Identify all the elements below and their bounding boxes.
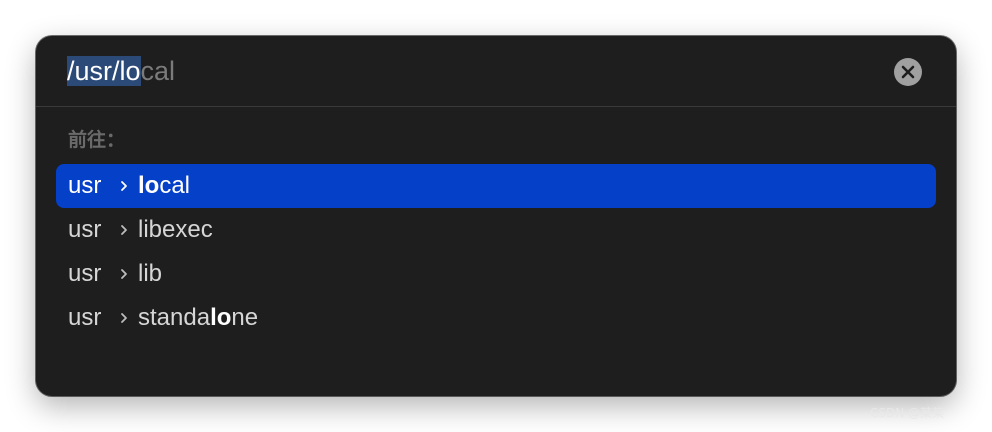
list-item[interactable]: usr standalone — [56, 296, 936, 340]
chevron-right-icon — [121, 313, 127, 323]
chevron-right-icon — [121, 181, 127, 191]
clear-button[interactable] — [894, 58, 922, 86]
watermark: CSDN @某某 — [869, 406, 944, 420]
results-list: usr local usr libexec usr lib usr standa… — [56, 164, 936, 340]
chevron-right-icon — [121, 269, 127, 279]
path-input-bar: /usr/local — [36, 36, 956, 107]
parent-folder-label: usr — [68, 304, 102, 331]
parent-folder-label: usr — [68, 260, 102, 287]
folder-name: local — [138, 172, 191, 199]
parent-folder-label: usr — [68, 216, 102, 243]
chevron-right-icon — [121, 225, 127, 235]
folder-name: lib — [138, 260, 163, 287]
close-icon — [901, 65, 915, 79]
folder-name: standalone — [138, 304, 259, 331]
list-item[interactable]: usr lib — [56, 252, 936, 296]
go-to-folder-dialog: /usr/local 前往： usr local usr libexec usr… — [36, 36, 956, 396]
path-typed-text: /usr/lo — [67, 56, 141, 86]
list-item[interactable]: usr libexec — [56, 208, 936, 252]
parent-folder-label: usr — [68, 172, 102, 199]
path-autocomplete-text: cal — [140, 56, 176, 86]
folder-name: libexec — [138, 216, 213, 243]
section-label-go-to: 前往： — [68, 129, 126, 151]
list-item[interactable]: usr local — [56, 164, 936, 208]
path-input[interactable]: /usr/local — [67, 52, 175, 90]
